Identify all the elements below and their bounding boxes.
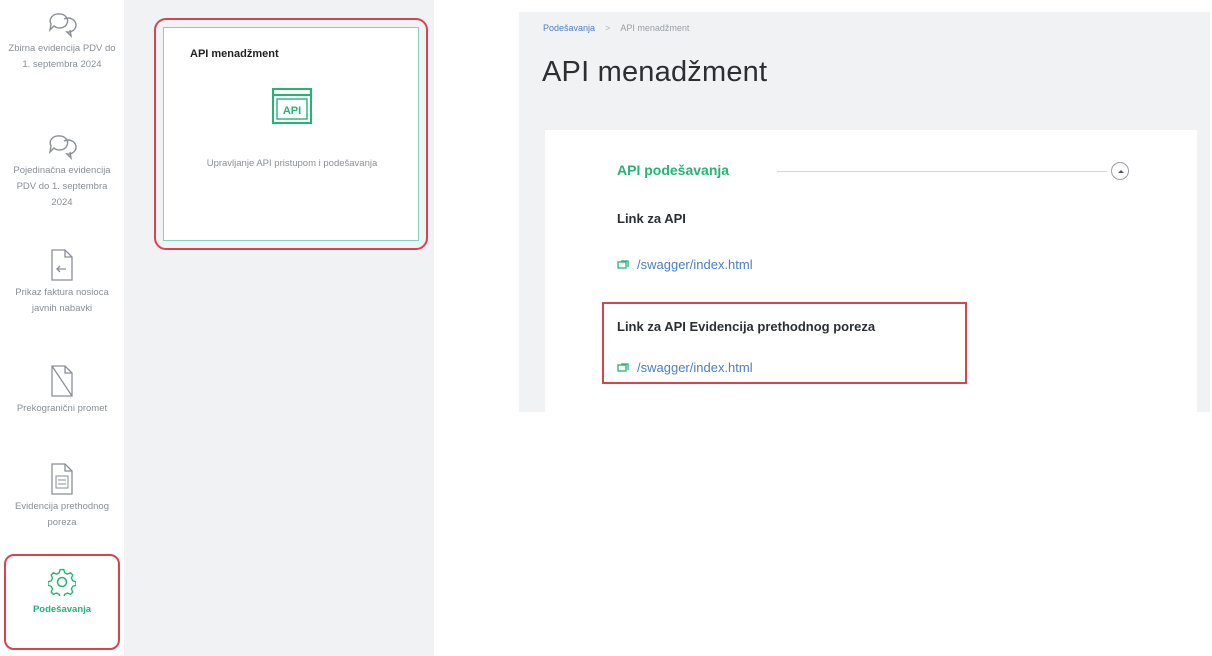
api-management-card[interactable]: API menadžment API Upravljanje API prist… (163, 27, 419, 241)
sidebar-item-prikaz-faktura[interactable]: Prikaz faktura nosioca javnih nabavki (4, 248, 120, 317)
sidebar: Zbirna evidencija PDV do 1. septembra 20… (0, 0, 124, 656)
evidencija-api-highlight (602, 302, 967, 384)
api-icon: API (272, 88, 312, 129)
field-label-link-za-api: Link za API (617, 211, 686, 226)
sidebar-item-evidencija-prethodnog-poreza[interactable]: Evidencija prethodnog poreza (4, 462, 120, 531)
api-settings-card: API podešavanja Link za API /swagger/ind… (545, 130, 1197, 420)
chat-bubbles-icon (48, 135, 77, 160)
collapse-section-button[interactable] (1111, 162, 1129, 180)
sidebar-item-label: Podešavanja (32, 604, 92, 615)
link-icon (617, 260, 629, 269)
sidebar-item-label: Pojedinačna evidencija PDV do 1. septemb… (13, 165, 111, 208)
section-title: API podešavanja (617, 162, 730, 178)
sidebar-item-label: Prikaz faktura nosioca javnih nabavki (15, 287, 109, 314)
gear-icon (48, 568, 76, 596)
breadcrumb-separator: > (605, 23, 611, 33)
api-swagger-link[interactable]: /swagger/index.html (617, 257, 753, 272)
api-card-title: API menadžment (190, 48, 279, 60)
api-icon-text: API (283, 105, 301, 117)
sidebar-item-label: Evidencija prethodnog poreza (14, 501, 109, 528)
sidebar-item-zbirna-evidencija[interactable]: Zbirna evidencija PDV do 1. septembra 20… (4, 10, 120, 73)
crossed-document-icon (51, 365, 73, 397)
breadcrumb-item-podesavanja[interactable]: Podešavanja (543, 23, 595, 33)
sidebar-item-label: Prekogranični promet (16, 403, 108, 414)
api-card-highlight: API menadžment API Upravljanje API prist… (154, 18, 428, 250)
main-content: Podešavanja > API menadžment API menadžmen… (519, 12, 1210, 420)
sidebar-item-pojedinacna-evidencija[interactable]: Pojedinačna evidencija PDV do 1. septemb… (4, 132, 120, 211)
api-card-description: Upravljanje API pristupom i podešavanja (206, 158, 378, 169)
sidebar-item-label: Zbirna evidencija PDV do 1. septembra 20… (8, 43, 116, 70)
section-divider (777, 171, 1107, 172)
page-title: API menadžment (542, 56, 768, 88)
chat-bubbles-icon (48, 13, 77, 38)
sidebar-item-podesavanja[interactable]: Podešavanja (4, 554, 120, 650)
settings-tiles-panel: API menadžment API Upravljanje API prist… (132, 0, 434, 656)
sidebar-item-prekogranicni-promet[interactable]: Prekogranični promet (4, 364, 120, 417)
document-arrow-icon (51, 249, 73, 281)
sidebar-divider (124, 0, 132, 656)
breadcrumb: Podešavanja > API menadžment (543, 23, 689, 33)
ppp-pdv-document-icon (51, 463, 73, 495)
breadcrumb-item-api-menadzment: API menadžment (620, 23, 690, 33)
api-swagger-link-text: /swagger/index.html (637, 257, 753, 272)
